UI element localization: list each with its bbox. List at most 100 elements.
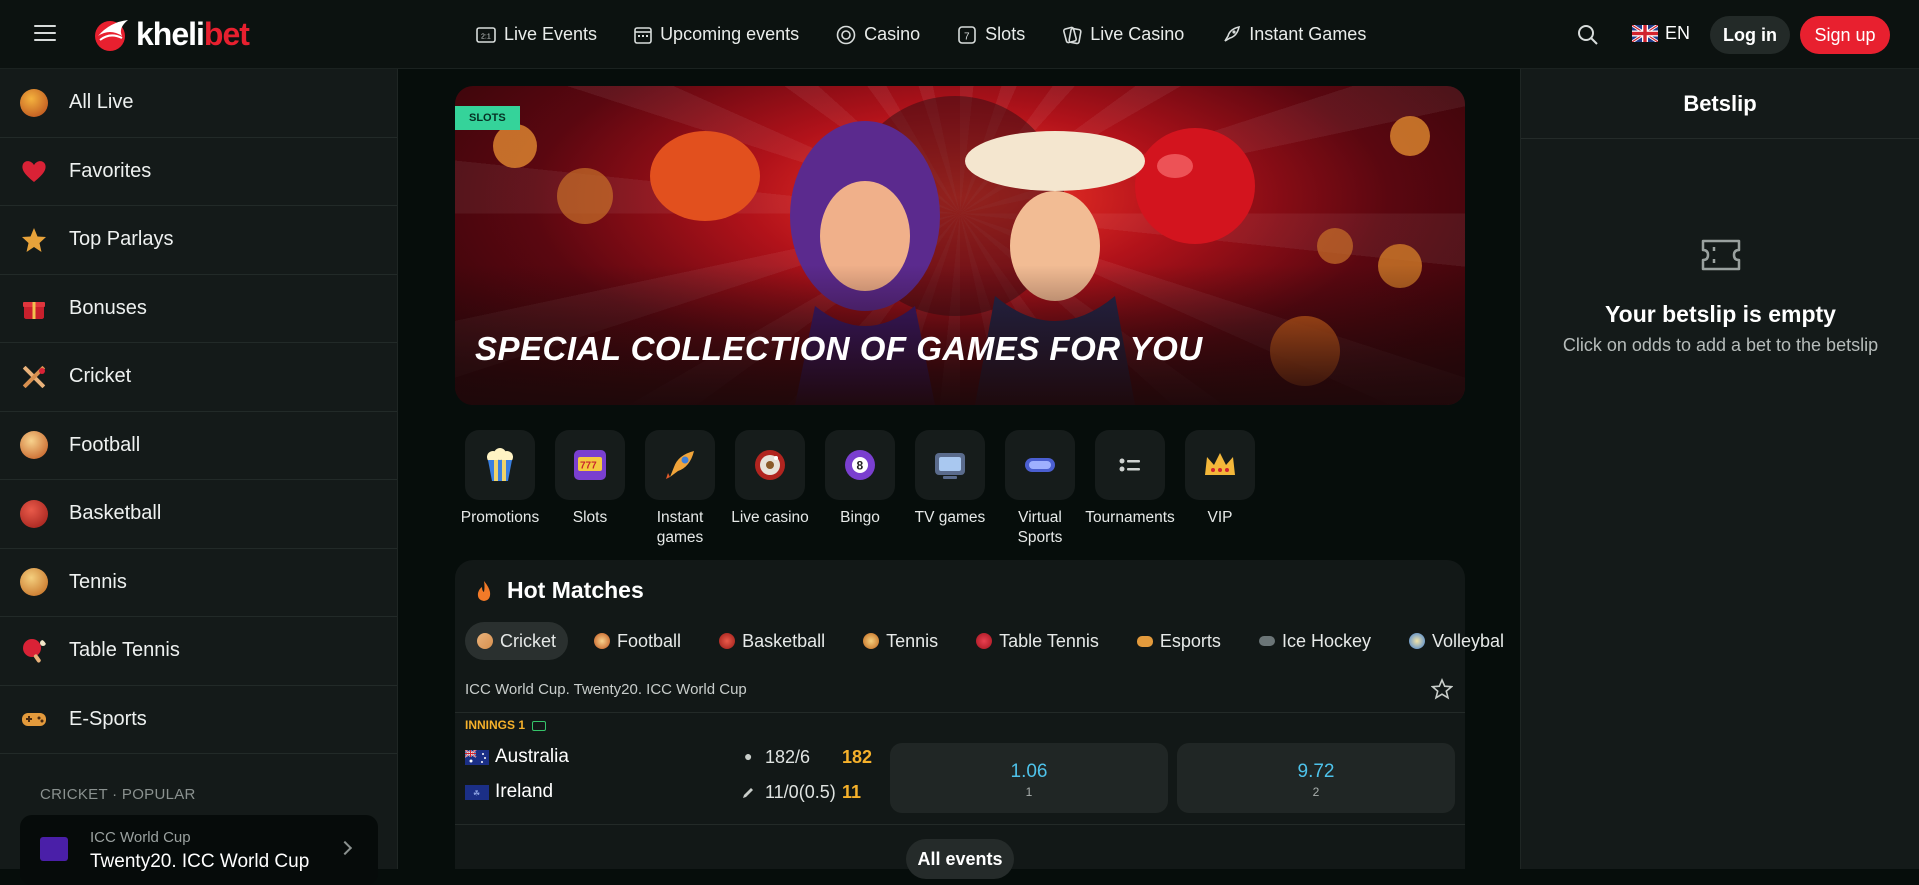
svg-text:☘: ☘: [473, 789, 480, 798]
tab-label: Esports: [1159, 630, 1221, 651]
svg-text:8: 8: [857, 459, 864, 473]
top-bar: khelibet 2:1 Live Events Upcoming events…: [0, 0, 1919, 69]
tab-label: Volleybal: [1431, 630, 1505, 651]
sidebar-item-top-parlays[interactable]: Top Parlays: [0, 206, 397, 275]
betslip-empty-subtitle: Click on odds to add a bet to the betsli…: [1562, 335, 1879, 355]
sidebar-item-all-live[interactable]: All Live: [0, 69, 397, 138]
tab-basketball[interactable]: Basketball: [707, 622, 837, 660]
sidebar-item-esports[interactable]: E-Sports: [0, 686, 397, 754]
hockey-puck-icon: [1258, 636, 1275, 646]
language-selector[interactable]: EN: [1632, 23, 1690, 44]
category-promotions[interactable]: Promotions: [455, 430, 545, 548]
main-content: SLOTS SPECIAL COLLECTION OF GAMES FOR YO…: [399, 69, 1520, 879]
slot-machine-icon: 777: [574, 450, 606, 480]
category-label: Promotions: [460, 509, 540, 526]
nav-casino[interactable]: Casino: [836, 24, 920, 45]
category-vip[interactable]: VIP: [1175, 430, 1265, 548]
search-icon[interactable]: [1577, 24, 1599, 46]
nav-slots[interactable]: 7 Slots: [957, 24, 1025, 45]
tab-label: Ice Hockey: [1281, 630, 1371, 651]
sport-tabs: Cricket Football Basketball Tennis Table…: [465, 622, 1530, 660]
gamepad-icon: [1136, 635, 1153, 647]
odds-label: 2: [1312, 785, 1320, 799]
hot-matches-panel: Hot Matches Cricket Football Basketball …: [455, 560, 1504, 879]
sidebar-item-tennis[interactable]: Tennis: [0, 549, 397, 617]
odds-button-2[interactable]: 9.72 2: [1177, 743, 1455, 813]
odds-label: 1: [1025, 785, 1033, 799]
popcorn-icon: [487, 448, 513, 481]
tab-esports[interactable]: Esports: [1125, 622, 1233, 660]
svg-text:777: 777: [580, 461, 597, 472]
sidebar-item-bonuses[interactable]: Bonuses: [0, 275, 397, 343]
sidebar-item-label: Basketball: [69, 502, 162, 525]
football-icon: [20, 431, 48, 460]
promo-banner[interactable]: SLOTS SPECIAL COLLECTION OF GAMES FOR YO…: [455, 86, 1465, 405]
tab-ice-hockey[interactable]: Ice Hockey: [1247, 622, 1383, 660]
table-tennis-icon: [976, 633, 993, 649]
menu-icon[interactable]: [34, 25, 56, 43]
scoreboard-icon: 2:1: [476, 26, 496, 43]
vr-headset-icon: [1025, 458, 1055, 472]
category-live-casino[interactable]: Live casino: [725, 430, 815, 548]
banner-title: SPECIAL COLLECTION OF GAMES FOR YOU: [475, 330, 1203, 367]
tab-football[interactable]: Football: [582, 622, 693, 660]
nav-instant-games[interactable]: Instant Games: [1221, 24, 1366, 45]
basketball-icon: [719, 633, 736, 649]
sidebar-item-basketball[interactable]: Basketball: [0, 480, 397, 549]
category-label: Slots: [572, 509, 608, 526]
team-1: Australia: [465, 746, 569, 768]
ticket-icon: [1701, 239, 1741, 271]
tab-label: Tennis: [886, 630, 939, 651]
pencil-icon: [743, 788, 753, 798]
divider: [455, 824, 1465, 825]
tab-table-tennis[interactable]: Table Tennis: [964, 622, 1111, 660]
calendar-icon: [634, 26, 652, 44]
category-tournaments[interactable]: Tournaments: [1085, 430, 1175, 548]
all-events-button[interactable]: All events: [906, 839, 1014, 879]
football-icon: [594, 633, 611, 649]
tab-volleyball[interactable]: Volleybal: [1397, 622, 1516, 660]
tennis-icon: [20, 568, 48, 597]
popular-league-card[interactable]: ICC World Cup Twenty20. ICC World Cup: [20, 815, 378, 885]
cards-icon: [1063, 26, 1082, 44]
nav-upcoming-events[interactable]: Upcoming events: [634, 24, 799, 45]
category-instant-games[interactable]: Instant games: [635, 430, 725, 548]
tab-cricket[interactable]: Cricket: [465, 622, 569, 660]
trophy-icon: [40, 837, 68, 861]
hot-matches-title: Hot Matches: [507, 577, 644, 603]
category-row: Promotions 777 Slots Instant games Live …: [455, 430, 1265, 548]
category-label: Instant games: [656, 509, 704, 546]
casino-chip-icon: [836, 25, 856, 44]
odds-value: 9.72: [1297, 761, 1335, 782]
tv-icon: [935, 453, 965, 479]
category-slots[interactable]: 777 Slots: [545, 430, 635, 548]
live-stats-icon: [532, 720, 547, 731]
betslip-title: Betslip: [1521, 69, 1919, 139]
favorite-star-icon[interactable]: [1431, 678, 1453, 700]
category-virtual-sports[interactable]: Virtual Sports: [995, 430, 1085, 548]
category-tv-games[interactable]: TV games: [905, 430, 995, 548]
category-bingo[interactable]: 8 Bingo: [815, 430, 905, 548]
sidebar-item-label: Favorites: [69, 159, 152, 182]
sidebar-item-table-tennis[interactable]: Table Tennis: [0, 617, 397, 686]
category-label: Live casino: [731, 509, 809, 526]
list-icon: [1119, 458, 1140, 472]
sidebar-item-label: Tennis: [69, 570, 127, 593]
sidebar-item-favorites[interactable]: Favorites: [0, 138, 397, 206]
team-name: Ireland: [495, 781, 554, 802]
nav-live-casino[interactable]: Live Casino: [1062, 24, 1184, 45]
logo[interactable]: khelibet: [88, 14, 250, 54]
nav-live-events[interactable]: 2:1 Live Events: [476, 24, 597, 45]
roulette-icon: [755, 450, 785, 480]
flame-icon: [477, 581, 491, 601]
tab-tennis[interactable]: Tennis: [851, 622, 950, 660]
nav-label: Live Events: [504, 24, 598, 44]
login-button[interactable]: Log in: [1710, 16, 1790, 54]
signup-button[interactable]: Sign up: [1800, 16, 1890, 54]
sidebar-item-football[interactable]: Football: [0, 412, 397, 480]
nav-label: Upcoming events: [660, 24, 800, 44]
sidebar-item-cricket[interactable]: Cricket: [0, 343, 397, 412]
match-status: INNINGS 1: [465, 718, 547, 732]
category-label: Tournaments: [1085, 509, 1175, 526]
odds-button-1[interactable]: 1.06 1: [890, 743, 1168, 813]
